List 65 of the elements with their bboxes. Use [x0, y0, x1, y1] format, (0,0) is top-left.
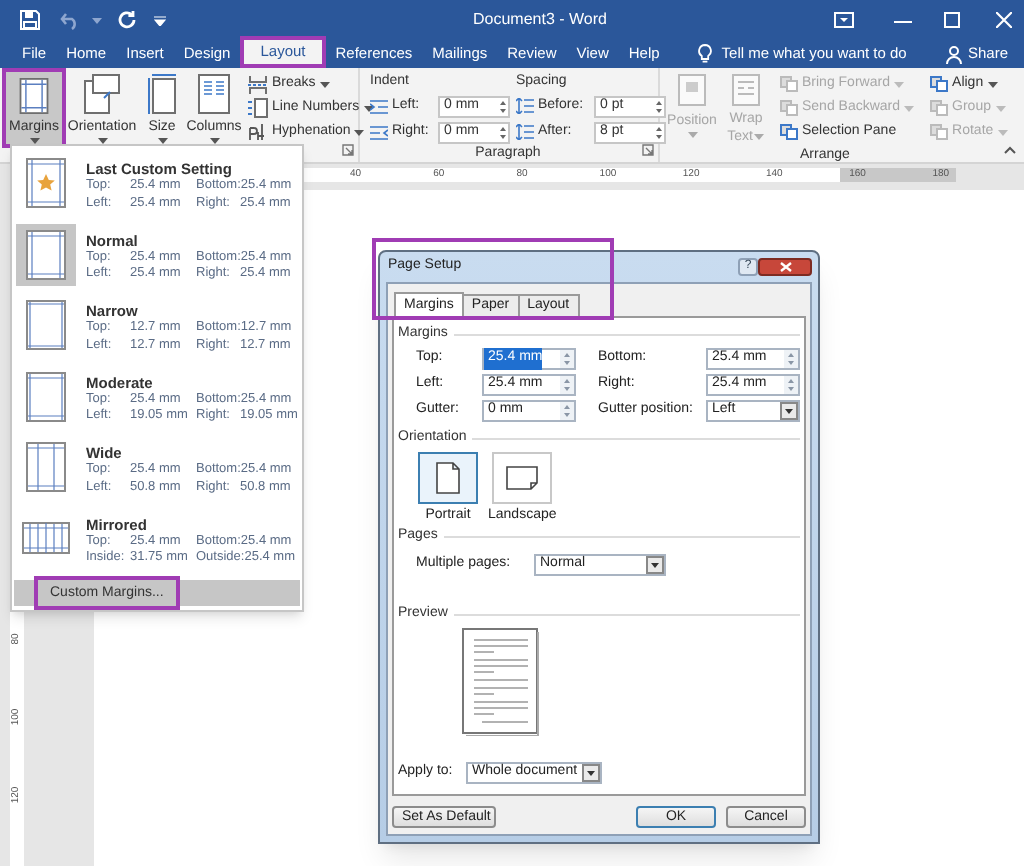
window-title: Document3 - Word — [471, 8, 609, 32]
bring-forward-icon — [780, 76, 798, 92]
page-margins-icon — [26, 371, 66, 421]
landscape-page-icon — [506, 466, 539, 490]
page-margins-icon — [26, 229, 66, 279]
redo-icon[interactable] — [118, 10, 138, 30]
spinner-icon[interactable] — [500, 99, 506, 113]
spinner-icon[interactable] — [784, 376, 798, 394]
maximize-icon[interactable] — [944, 12, 960, 28]
spinner-icon[interactable] — [560, 376, 574, 394]
send-backward-icon — [780, 100, 798, 116]
undo-icon[interactable] — [60, 11, 80, 29]
caret-icon — [92, 17, 102, 23]
page-margins-icon — [26, 158, 66, 208]
line-numbers-icon — [248, 98, 268, 118]
caret-icon — [363, 105, 374, 111]
spinner-icon[interactable] — [784, 350, 798, 368]
lightbulb-icon — [697, 44, 712, 64]
rotate-icon — [930, 124, 949, 140]
spinner-icon[interactable] — [560, 350, 574, 368]
caret-icon — [754, 134, 765, 140]
person-icon — [945, 45, 962, 63]
caret-icon — [987, 81, 998, 87]
orientation-option[interactable] — [492, 452, 553, 504]
group-icon — [930, 100, 949, 116]
margins-icon — [18, 78, 50, 114]
close-button[interactable] — [758, 258, 812, 276]
customize-icon[interactable] — [154, 15, 166, 25]
selection-pane-icon — [780, 124, 798, 140]
page-size-icon — [148, 74, 176, 114]
page-margins-icon — [26, 300, 66, 350]
orientation-icon — [84, 74, 120, 114]
portrait-page-icon — [436, 462, 460, 494]
close-icon — [779, 262, 791, 272]
caret-icon — [687, 132, 697, 138]
dialog-launcher-icon[interactable] — [642, 144, 654, 156]
position-icon — [678, 74, 706, 106]
collapse-ribbon-icon[interactable] — [1004, 146, 1016, 154]
dialog-launcher-icon[interactable] — [342, 144, 354, 156]
spacing-after-icon — [516, 124, 534, 140]
indent-right-icon — [370, 125, 388, 139]
caret-icon — [997, 129, 1008, 135]
columns-icon — [198, 74, 230, 114]
orientation-option[interactable] — [418, 452, 478, 504]
hyphenation-icon — [248, 122, 268, 142]
save-icon[interactable] — [20, 10, 40, 30]
spinner-icon[interactable] — [560, 402, 574, 420]
wrap-text-icon — [732, 74, 760, 106]
page-break-icon — [248, 75, 268, 93]
caret-icon — [354, 129, 365, 135]
page-margins-icon — [22, 522, 70, 554]
page-margins-icon — [26, 442, 66, 492]
caret-icon — [319, 81, 330, 87]
spacing-before-icon — [516, 98, 534, 114]
align-icon — [930, 76, 949, 92]
caret-icon — [893, 81, 904, 87]
page-preview-drawing — [462, 628, 540, 736]
spinner-icon[interactable] — [500, 125, 506, 139]
spinner-icon[interactable] — [656, 99, 662, 113]
caret-icon — [995, 105, 1005, 111]
caret-icon — [904, 105, 915, 111]
spinner-icon[interactable] — [656, 125, 662, 139]
ribbon-display-icon[interactable] — [834, 12, 854, 28]
indent-left-icon — [370, 99, 388, 113]
close-icon[interactable] — [996, 12, 1012, 28]
